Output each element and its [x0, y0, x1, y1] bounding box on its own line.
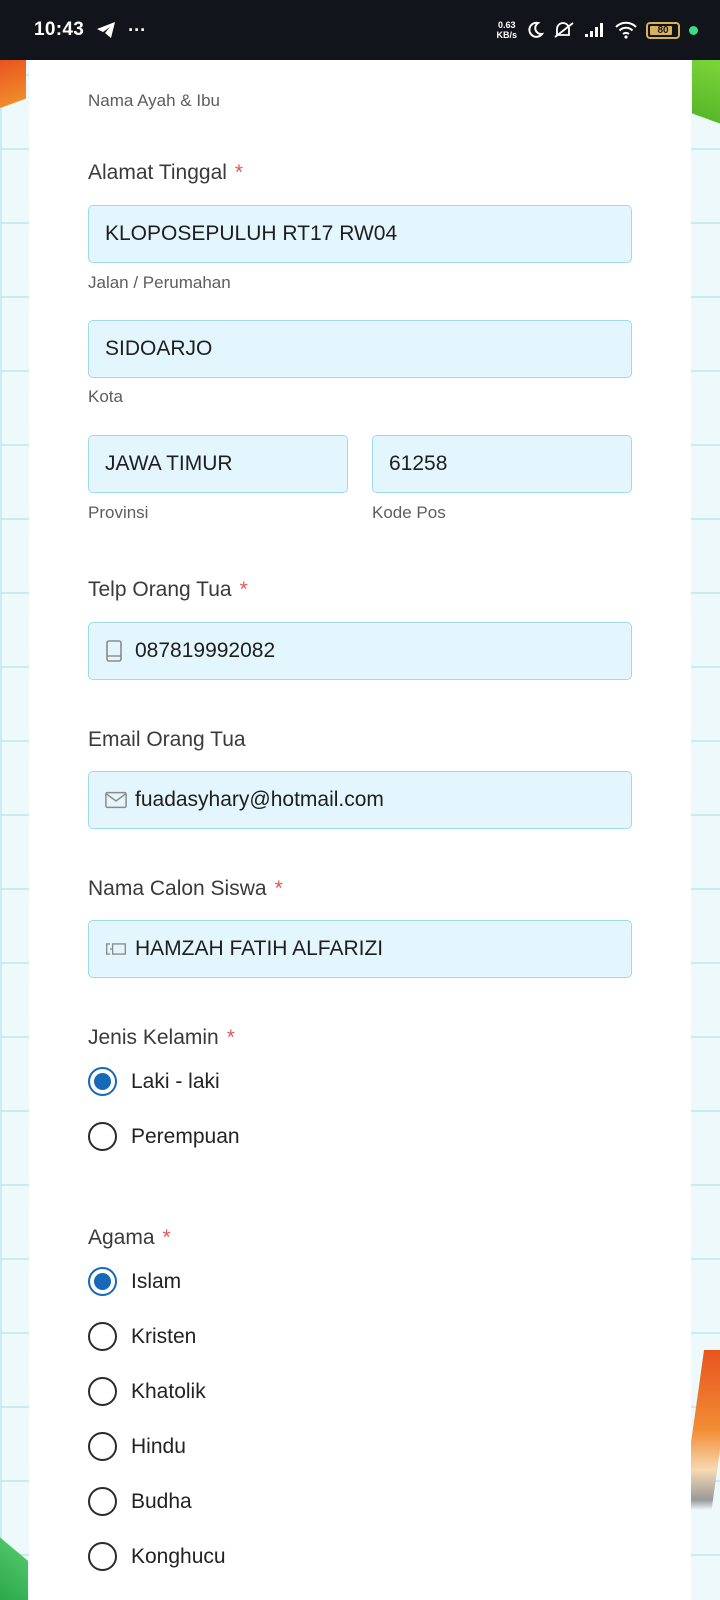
- religion-option-budha[interactable]: Budha: [88, 1487, 192, 1516]
- parent-name-hint: Nama Ayah & Ibu: [88, 91, 220, 110]
- battery-icon: 80: [646, 21, 680, 39]
- envelope-icon: [105, 789, 127, 811]
- more-notifications-icon: ···: [128, 20, 147, 40]
- religion-label: Agama *: [88, 1226, 171, 1250]
- gender-label-text: Jenis Kelamin: [88, 1026, 219, 1049]
- phone-label-text: Telp Orang Tua: [88, 578, 232, 601]
- postal-code-hint: Kode Pos: [372, 503, 446, 522]
- radio-button[interactable]: [88, 1322, 117, 1351]
- pencil-decoration-top-left: [0, 60, 26, 130]
- religion-option-label: Hindu: [131, 1434, 186, 1458]
- radio-button-checked[interactable]: [88, 1267, 117, 1296]
- street-input[interactable]: KLOPOSEPULUH RT17 RW04: [88, 205, 632, 263]
- gender-label: Jenis Kelamin *: [88, 1026, 235, 1050]
- religion-option-kristen[interactable]: Kristen: [88, 1322, 196, 1351]
- street-hint: Jalan / Perumahan: [88, 273, 231, 292]
- email-input[interactable]: fuadasyhary@hotmail.com: [88, 771, 632, 829]
- signal-icon: [585, 23, 603, 37]
- religion-option-hindu[interactable]: Hindu: [88, 1432, 186, 1461]
- mute-icon: [554, 22, 574, 38]
- radio-button[interactable]: [88, 1432, 117, 1461]
- network-speed: 0.63 KB/s: [496, 20, 517, 40]
- email-input-value: fuadasyhary@hotmail.com: [135, 788, 384, 811]
- registration-form-card: Nama Ayah & Ibu Alamat Tinggal * KLOPOSEP…: [29, 60, 691, 1600]
- moon-icon: [528, 21, 544, 38]
- email-label: Email Orang Tua: [88, 728, 246, 751]
- religion-option-islam[interactable]: Islam: [88, 1267, 181, 1296]
- province-input-value: JAWA TIMUR: [105, 452, 233, 475]
- privacy-indicator-dot: [689, 25, 698, 35]
- religion-option-label: Budha: [131, 1489, 192, 1513]
- student-name-input[interactable]: HAMZAH FATIH ALFARIZI: [88, 920, 632, 978]
- status-bar: 10:43 ··· 0.63 KB/s 80: [0, 0, 720, 60]
- gender-option-label: Laki - laki: [131, 1069, 220, 1093]
- student-name-label-text: Nama Calon Siswa: [88, 877, 267, 900]
- speed-value: 0.63: [497, 20, 516, 30]
- religion-option-konghucu[interactable]: Konghucu: [88, 1542, 226, 1571]
- gender-option-female[interactable]: Perempuan: [88, 1122, 240, 1151]
- required-asterisk: *: [162, 1226, 171, 1249]
- required-asterisk: *: [234, 161, 244, 184]
- gender-option-label: Perempuan: [131, 1124, 240, 1148]
- religion-option-label: Khatolik: [131, 1379, 206, 1403]
- phone-icon: [105, 640, 127, 662]
- required-asterisk: *: [274, 877, 283, 900]
- required-asterisk: *: [239, 578, 248, 601]
- street-input-value: KLOPOSEPULUH RT17 RW04: [105, 222, 398, 245]
- wifi-icon: [615, 21, 637, 39]
- city-input[interactable]: SIDOARJO: [88, 320, 632, 378]
- province-hint: Provinsi: [88, 503, 149, 522]
- phone-input[interactable]: 087819992082: [88, 622, 632, 680]
- speed-unit: KB/s: [496, 30, 517, 40]
- student-name-input-value: HAMZAH FATIH ALFARIZI: [135, 937, 384, 960]
- phone-label: Telp Orang Tua *: [88, 578, 248, 602]
- city-hint: Kota: [88, 387, 123, 406]
- religion-option-label: Kristen: [131, 1324, 197, 1348]
- postal-code-input-value: 61258: [389, 452, 448, 475]
- pencil-decoration-bottom-left: [0, 1520, 28, 1600]
- radio-button[interactable]: [88, 1487, 117, 1516]
- postal-code-input[interactable]: 61258: [372, 435, 632, 493]
- radio-button[interactable]: [88, 1122, 117, 1151]
- gender-option-male[interactable]: Laki - laki: [88, 1067, 220, 1096]
- address-label-text: Alamat Tinggal: [88, 161, 227, 184]
- radio-button-checked[interactable]: [88, 1067, 117, 1096]
- phone-input-value: 087819992082: [135, 639, 276, 662]
- pencil-decoration-top-right: [692, 60, 720, 140]
- religion-option-khatolik[interactable]: Khatolik: [88, 1377, 206, 1406]
- telegram-icon: [97, 22, 116, 38]
- radio-button[interactable]: [88, 1377, 117, 1406]
- required-asterisk: *: [226, 1026, 235, 1049]
- battery-level: 80: [657, 24, 669, 36]
- radio-button[interactable]: [88, 1542, 117, 1571]
- clock: 10:43: [34, 19, 85, 40]
- student-name-label: Nama Calon Siswa *: [88, 877, 283, 901]
- province-input[interactable]: JAWA TIMUR: [88, 435, 348, 493]
- religion-option-label: Islam: [131, 1269, 182, 1293]
- religion-label-text: Agama: [88, 1226, 155, 1249]
- city-input-value: SIDOARJO: [105, 337, 213, 360]
- religion-option-label: Konghucu: [131, 1544, 226, 1568]
- address-label: Alamat Tinggal *: [88, 161, 243, 185]
- id-card-icon: [105, 938, 127, 960]
